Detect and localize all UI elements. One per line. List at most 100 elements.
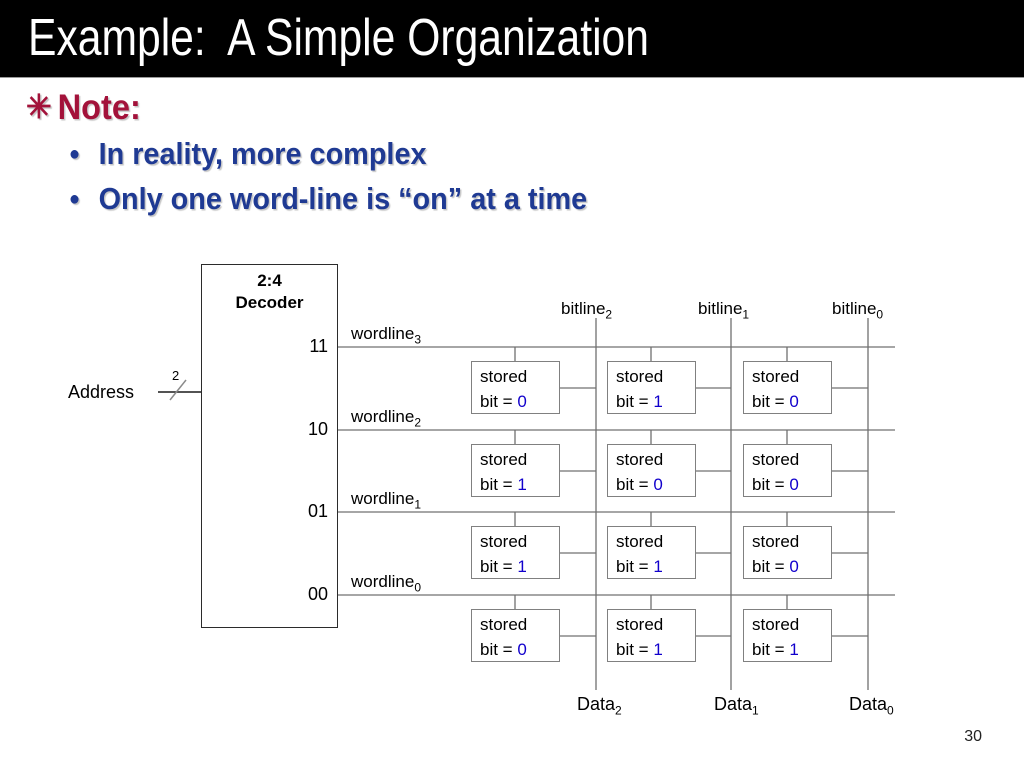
cell-line2: bit = 1	[616, 389, 695, 414]
bullet-level2-item-1: ● Only one word-line is “on” at a time	[0, 178, 952, 220]
decoder-title-line1: 2:4	[257, 271, 282, 290]
wordline-1-index: 1	[414, 497, 421, 512]
memory-cell-r3c2: stored bit = 0	[471, 361, 560, 414]
data-1-label: Data1	[714, 694, 759, 718]
bitline-2-index: 2	[605, 307, 613, 322]
memory-cell-r2c0: stored bit = 0	[743, 444, 832, 497]
wordline-0-label: wordline0	[351, 572, 421, 594]
cell-bit-value: 1	[653, 640, 663, 659]
memory-cell-r0c0: stored bit = 1	[743, 609, 832, 662]
cell-line1: stored	[752, 615, 800, 634]
memory-cell-r2c2: stored bit = 1	[471, 444, 560, 497]
cell-bit-prefix: bit =	[480, 640, 518, 659]
cell-bit-prefix: bit =	[480, 475, 518, 494]
cell-line2: bit = 1	[480, 472, 559, 497]
address-bus-width-label: 2	[172, 368, 180, 383]
cell-line1: stored	[616, 450, 664, 469]
disc-bullet-icon: ●	[68, 188, 81, 210]
cell-bit-value: 1	[653, 392, 663, 411]
cell-line1: stored	[480, 367, 528, 386]
cell-line2: bit = 0	[616, 472, 695, 497]
cell-bit-value: 1	[517, 475, 527, 494]
address-label: Address	[68, 382, 135, 402]
wordline-3-index: 3	[414, 332, 421, 347]
cell-bit-value: 0	[517, 640, 527, 659]
data-0-name: Data	[849, 694, 888, 714]
cell-bit-prefix: bit =	[616, 557, 654, 576]
address-bus-slash-icon	[169, 379, 187, 401]
cell-bit-value: 1	[653, 557, 663, 576]
disc-bullet-icon: ●	[68, 143, 81, 165]
wordline-1-name: wordline	[351, 489, 415, 508]
cell-line1: stored	[480, 450, 528, 469]
memory-cell-r1c0: stored bit = 0	[743, 526, 832, 579]
data-2-label: Data2	[577, 694, 622, 718]
bitline-1-label: bitline1	[698, 299, 749, 321]
cell-line1: stored	[616, 615, 664, 634]
cell-line2: bit = 0	[480, 389, 559, 414]
wordline-2-index: 2	[414, 415, 421, 430]
bitline-2-name: bitline	[561, 299, 606, 318]
memory-cell-r1c1: stored bit = 1	[607, 526, 696, 579]
data-1-name: Data	[714, 694, 753, 714]
cell-bit-prefix: bit =	[480, 392, 518, 411]
cell-line2: bit = 0	[752, 389, 831, 414]
cell-line2: bit = 0	[752, 554, 831, 579]
cell-bit-value: 0	[789, 557, 799, 576]
bullet-level1-note: ✳ Note:	[0, 86, 952, 130]
cell-bit-prefix: bit =	[752, 475, 790, 494]
cell-line1: stored	[480, 615, 528, 634]
bitline-1-name: bitline	[698, 299, 743, 318]
wordline-2-name: wordline	[351, 407, 415, 426]
cell-bit-value: 1	[517, 557, 527, 576]
cell-bit-prefix: bit =	[616, 392, 654, 411]
cell-line2: bit = 1	[616, 637, 695, 662]
decoder-output-11: 11	[309, 336, 328, 356]
memory-cell-r0c1: stored bit = 1	[607, 609, 696, 662]
wordline-2-label: wordline2	[351, 407, 421, 429]
asterisk-bullet-icon: ✳	[26, 88, 52, 125]
bitline-1-index: 1	[742, 307, 750, 322]
cell-bit-value: 0	[517, 392, 527, 411]
cell-line1: stored	[752, 367, 800, 386]
cell-line2: bit = 0	[480, 637, 559, 662]
cell-bit-value: 0	[789, 475, 799, 494]
cell-line2: bit = 0	[752, 472, 831, 497]
memory-cell-r1c2: stored bit = 1	[471, 526, 560, 579]
wordline-3-name: wordline	[351, 324, 415, 343]
bitline-0-index: 0	[876, 307, 884, 322]
bitline-0-label: bitline0	[832, 299, 883, 321]
data-0-index: 0	[887, 703, 894, 718]
cell-bit-prefix: bit =	[616, 475, 654, 494]
data-2-name: Data	[577, 694, 616, 714]
bullet-level2-text: In reality, more complex	[98, 136, 427, 171]
cell-bit-prefix: bit =	[616, 640, 654, 659]
cell-line1: stored	[480, 532, 528, 551]
memory-cell-r3c1: stored bit = 1	[607, 361, 696, 414]
cell-line1: stored	[752, 532, 800, 551]
memory-cell-r3c0: stored bit = 0	[743, 361, 832, 414]
data-2-index: 2	[615, 703, 622, 718]
decoder-output-10: 10	[307, 419, 328, 439]
slide-page-number: 30	[964, 728, 982, 745]
cell-bit-value: 1	[789, 640, 799, 659]
cell-bit-value: 0	[789, 392, 799, 411]
cell-line1: stored	[616, 532, 664, 551]
wordline-0-name: wordline	[351, 572, 415, 591]
decoder-output-01: 01	[307, 501, 328, 521]
bullet-level2-text: Only one word-line is “on” at a time	[98, 181, 588, 216]
bitline-0-name: bitline	[832, 299, 877, 318]
cell-bit-value: 0	[653, 475, 663, 494]
cell-line2: bit = 1	[480, 554, 559, 579]
cell-line2: bit = 1	[752, 637, 831, 662]
cell-bit-prefix: bit =	[752, 640, 790, 659]
data-0-label: Data0	[849, 694, 894, 718]
cell-bit-prefix: bit =	[752, 557, 790, 576]
cell-bit-prefix: bit =	[480, 557, 518, 576]
data-1-index: 1	[752, 703, 759, 718]
decoder-title-line2: Decoder	[235, 293, 304, 312]
wordline-3-label: wordline3	[351, 324, 421, 346]
page-title: Example: A Simple Organization	[28, 8, 649, 67]
cell-bit-prefix: bit =	[752, 392, 790, 411]
memory-cell-r2c1: stored bit = 0	[607, 444, 696, 497]
